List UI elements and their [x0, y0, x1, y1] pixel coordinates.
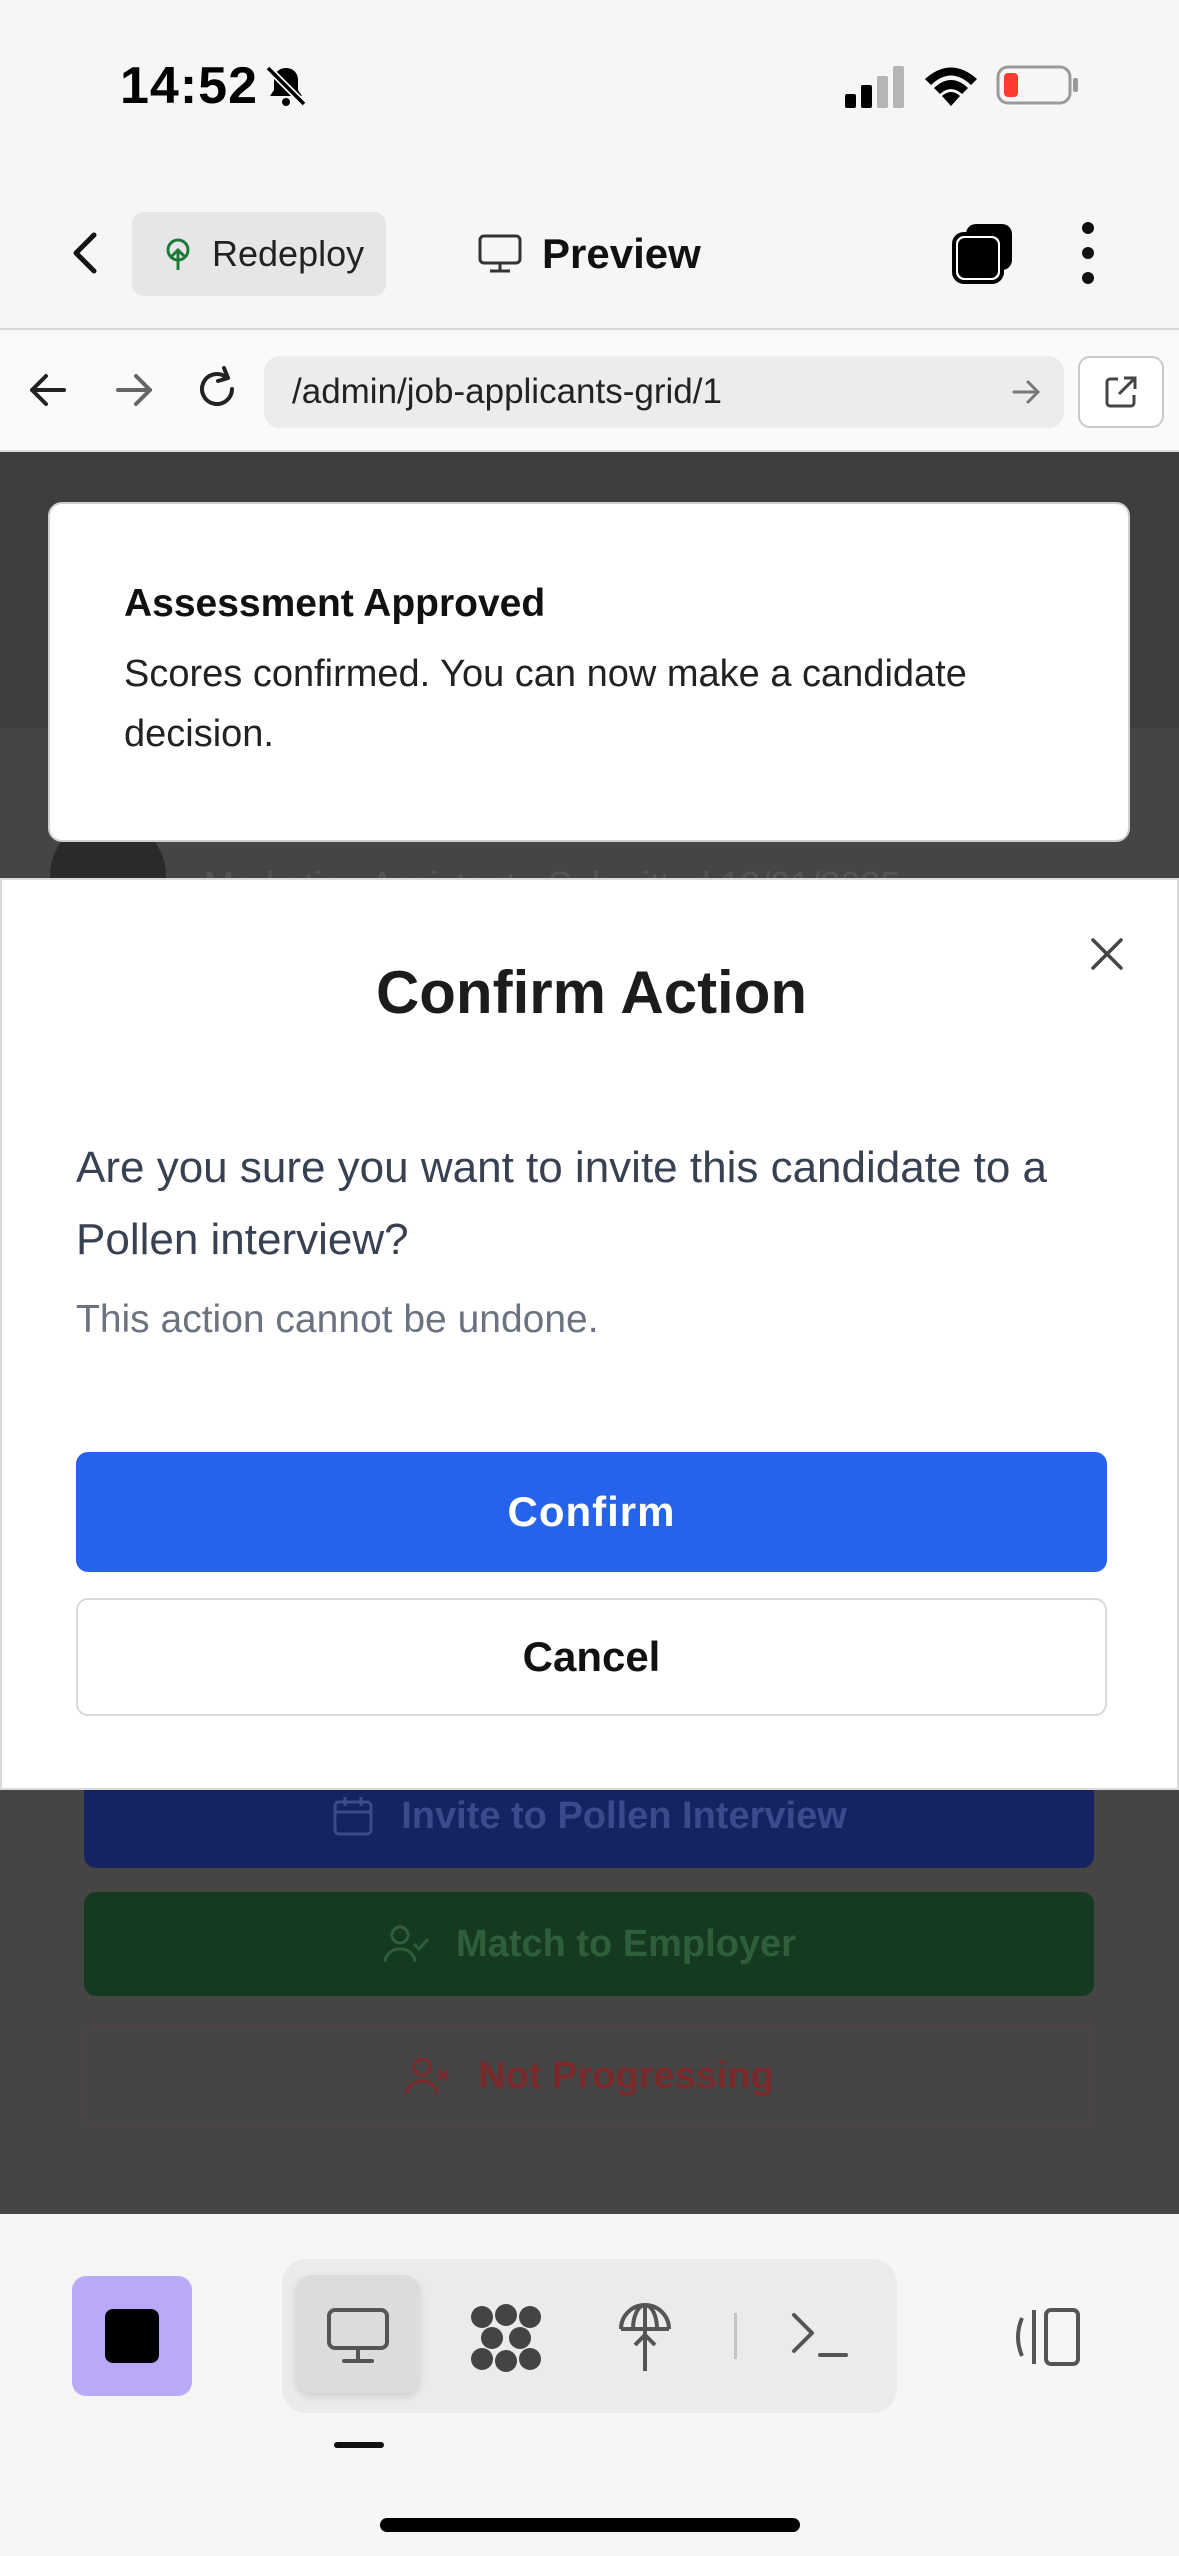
match-label: Match to Employer: [456, 1922, 796, 1965]
signal-icon: [845, 66, 904, 108]
active-tab-indicator: [334, 2442, 384, 2448]
battery-icon: [996, 65, 1078, 105]
redeploy-label: Redeploy: [212, 233, 365, 274]
preview-toggle[interactable]: Preview: [478, 222, 701, 286]
open-external-button[interactable]: [1078, 356, 1164, 428]
home-indicator: [380, 2518, 800, 2532]
confirm-button[interactable]: Confirm: [76, 1452, 1107, 1572]
bell-slash-icon: [265, 65, 307, 107]
reload-icon[interactable]: [192, 364, 242, 414]
arrow-left-icon[interactable]: [26, 368, 70, 412]
stop-button[interactable]: [72, 2276, 192, 2396]
url-text: /admin/job-applicants-grid/1: [292, 372, 722, 411]
invite-label: Invite to Pollen Interview: [401, 1794, 847, 1837]
more-vertical-icon[interactable]: [1074, 220, 1102, 286]
not-progressing-label: Not Progressing: [478, 2054, 774, 2097]
terminal-icon[interactable]: [790, 2309, 850, 2361]
confirm-dialog: Confirm Action Are you sure you want to …: [0, 878, 1179, 1790]
toast-notification: Assessment Approved Scores confirmed. Yo…: [48, 502, 1130, 842]
toast-title: Assessment Approved: [124, 582, 546, 625]
dialog-title: Confirm Action: [375, 959, 808, 1026]
cancel-label: Cancel: [522, 1633, 661, 1680]
stop-icon: [105, 2309, 159, 2363]
match-button-dimmed: Match to Employer: [84, 1892, 1094, 1996]
user-x-icon: [405, 2057, 450, 2095]
confirm-label: Confirm: [507, 1488, 676, 1535]
dialog-question: Are you sure you want to invite this can…: [76, 1143, 1048, 1264]
monitor-icon: [478, 234, 522, 273]
tabs-icon[interactable]: [952, 222, 1014, 284]
chevron-left-icon[interactable]: [58, 225, 114, 281]
view-switcher: [282, 2259, 897, 2413]
redeploy-button[interactable]: Redeploy: [132, 212, 386, 296]
monitor-icon[interactable]: [326, 2307, 390, 2365]
arrow-right-icon[interactable]: [1008, 374, 1044, 410]
status-time: 14:52: [120, 57, 258, 115]
app-header: Redeploy Preview: [0, 170, 1179, 330]
browser-bar: /admin/job-applicants-grid/1: [0, 332, 1179, 452]
grid-icon[interactable]: [468, 2303, 544, 2373]
status-bar: 14:52: [0, 0, 1179, 170]
toast-body: Scores confirmed. You can now make a can…: [124, 653, 967, 755]
preview-label: Preview: [542, 230, 701, 277]
calendar-icon: [333, 1797, 373, 1836]
dialog-note: This action cannot be undone.: [76, 1298, 599, 1341]
cancel-button[interactable]: Cancel: [76, 1598, 1107, 1716]
divider: [734, 2313, 737, 2359]
not-progressing-button-dimmed: Not Progressing: [84, 2024, 1094, 2128]
url-field[interactable]: /admin/job-applicants-grid/1: [264, 356, 1064, 428]
arrow-right-icon[interactable]: [112, 368, 156, 412]
antenna-icon[interactable]: [615, 2299, 675, 2375]
external-link-icon: [1105, 376, 1137, 408]
deploy-icon: [166, 238, 190, 270]
bottom-toolbar: [0, 2214, 1179, 2556]
user-check-icon: [383, 1925, 430, 1963]
wifi-icon: [925, 67, 977, 106]
sidebar-icon[interactable]: [1010, 2306, 1082, 2368]
